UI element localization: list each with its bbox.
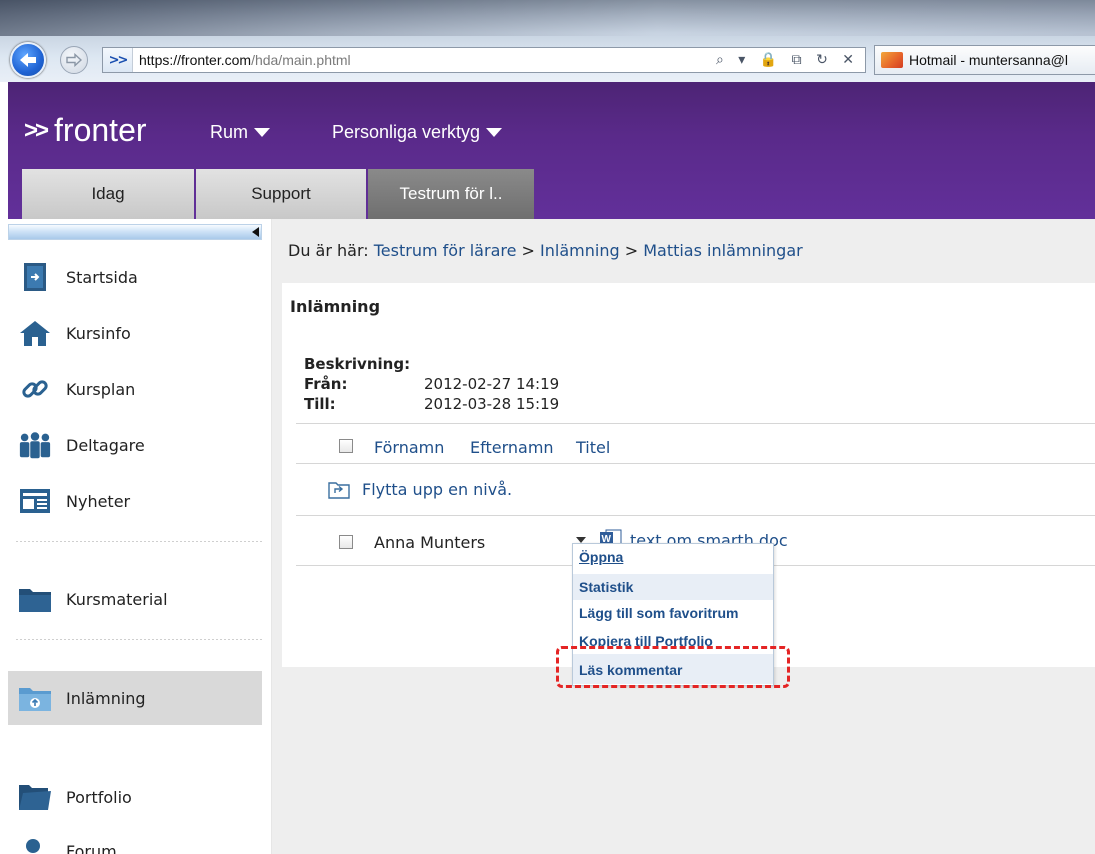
- breadcrumb-separator: >: [521, 241, 535, 260]
- door-exit-icon: [18, 260, 52, 294]
- sidebar-item-label: Kursinfo: [66, 323, 131, 343]
- sidebar-item-label: Kursplan: [66, 379, 136, 399]
- breadcrumb-separator: >: [624, 241, 639, 260]
- breadcrumb-link-mattias[interactable]: Mattias inlämningar: [643, 241, 803, 260]
- sidebar-divider: [16, 541, 262, 542]
- description-label: Beskrivning:: [304, 355, 411, 373]
- chevron-down-icon: [254, 128, 271, 137]
- hotmail-envelope-icon: [881, 52, 903, 68]
- sidebar-item-label: Startsida: [66, 267, 138, 287]
- menu-item-favoritrum[interactable]: Lägg till som favoritrum: [573, 605, 773, 621]
- site-chevrons: >>: [108, 52, 129, 68]
- address-tools[interactable]: ⌕ ▾ 🔒 ⧉ ↻ ✕: [716, 52, 865, 68]
- sidebar-item-label: Kursmaterial: [66, 589, 168, 609]
- column-titel[interactable]: Titel: [576, 438, 610, 457]
- chain-link-icon: [18, 372, 52, 406]
- divider: [296, 463, 1095, 464]
- sidebar-item-label: Portfolio: [66, 787, 132, 807]
- breadcrumb-link-inlamning[interactable]: Inlämning: [540, 241, 620, 260]
- house-icon: [18, 316, 52, 350]
- column-fornamn[interactable]: Förnamn: [374, 438, 444, 457]
- menu-personliga-verktyg[interactable]: Personliga verktyg: [332, 122, 503, 143]
- forward-button[interactable]: [60, 46, 88, 74]
- file-context-menu: Öppna Statistik Lägg till som favoritrum…: [572, 543, 774, 686]
- tab-testrum[interactable]: Testrum för l..: [368, 169, 534, 219]
- menu-item-oppna[interactable]: Öppna: [573, 549, 773, 565]
- logo-chevrons: >>: [24, 117, 49, 144]
- menu-rum[interactable]: Rum: [210, 122, 271, 143]
- people-group-icon: [18, 428, 52, 462]
- student-name: Anna Munters: [374, 533, 486, 552]
- divider: [296, 515, 1095, 516]
- sidebar: Startsida Kursinfo Kursplan Deltagare Ny…: [8, 219, 272, 854]
- menu-rum-label: Rum: [210, 122, 249, 142]
- menu-item-statistik[interactable]: Statistik: [573, 574, 773, 600]
- back-button[interactable]: [10, 42, 46, 78]
- tab-support[interactable]: Support: [196, 169, 366, 219]
- person-icon: [18, 834, 52, 854]
- url-host: https://fronter.com: [139, 52, 252, 68]
- breadcrumb: Du är här: Testrum för lärare > Inlämnin…: [288, 241, 803, 260]
- logo-text: fronter: [54, 112, 147, 148]
- select-all-checkbox[interactable]: [339, 439, 353, 453]
- sidebar-item-kursmaterial[interactable]: Kursmaterial: [18, 577, 262, 621]
- url-path: /hda/main.phtml: [251, 52, 351, 68]
- sidebar-item-nyheter[interactable]: Nyheter: [18, 479, 262, 523]
- folder-icon: [18, 582, 52, 616]
- sidebar-item-label: Forum: [66, 841, 117, 854]
- collapse-arrow-icon: [252, 227, 259, 237]
- from-value: 2012-02-27 14:19: [424, 375, 560, 393]
- sidebar-item-label: Inlämning: [66, 688, 146, 708]
- sidebar-item-portfolio[interactable]: Portfolio: [18, 775, 262, 819]
- move-up-level-link[interactable]: Flytta upp en nivå.: [328, 480, 512, 499]
- breadcrumb-prefix: Du är här:: [288, 241, 369, 260]
- browser-chrome: >> https://fronter.com/hda/main.phtml ⌕ …: [0, 0, 1095, 82]
- to-label: Till:: [304, 395, 336, 413]
- menu-item-las-kommentar[interactable]: Läs kommentar: [573, 654, 773, 684]
- sidebar-divider: [16, 639, 262, 640]
- newspaper-icon: [18, 484, 52, 518]
- sidebar-collapse-bar[interactable]: [8, 224, 262, 240]
- sidebar-item-deltagare[interactable]: Deltagare: [18, 423, 262, 467]
- divider: [296, 423, 1095, 424]
- row-checkbox[interactable]: [339, 535, 353, 549]
- sidebar-item-label: Nyheter: [66, 491, 131, 511]
- upload-folder-icon: [18, 681, 52, 715]
- sidebar-item-kursinfo[interactable]: Kursinfo: [18, 311, 262, 355]
- menu-personliga-verktyg-label: Personliga verktyg: [332, 122, 481, 142]
- back-arrow-icon: [20, 53, 36, 67]
- main-content: Du är här: Testrum för lärare > Inlämnin…: [272, 219, 1095, 854]
- open-folder-icon: [18, 780, 52, 814]
- menu-item-kopiera-portfolio[interactable]: Kopiera till Portfolio: [573, 633, 773, 649]
- from-label: Från:: [304, 375, 348, 393]
- window-titlebar: [0, 0, 1095, 36]
- sidebar-item-label: Deltagare: [66, 435, 145, 455]
- tab-idag[interactable]: Idag: [22, 169, 194, 219]
- browser-tab-label: Hotmail - muntersanna@l: [909, 52, 1068, 68]
- forward-arrow-icon: [66, 53, 82, 67]
- page-title: Inlämning: [290, 297, 381, 316]
- move-up-level-label: Flytta upp en nivå.: [362, 480, 513, 499]
- breadcrumb-link-testrum[interactable]: Testrum för lärare: [374, 241, 517, 260]
- fronter-logo[interactable]: >> fronter: [24, 112, 147, 149]
- browser-tab-hotmail[interactable]: Hotmail - muntersanna@l: [874, 45, 1095, 75]
- column-efternamn[interactable]: Efternamn: [470, 438, 554, 457]
- sidebar-item-forum[interactable]: Forum: [18, 829, 262, 854]
- double-chevron-icon: >>: [103, 48, 133, 72]
- fronter-header: >> fronter Rum Personliga verktyg Idag Su…: [8, 82, 1095, 219]
- chevron-down-icon: [486, 128, 503, 137]
- address-url[interactable]: https://fronter.com/hda/main.phtml: [133, 52, 716, 68]
- address-bar[interactable]: >> https://fronter.com/hda/main.phtml ⌕ …: [102, 47, 866, 73]
- sidebar-item-inlamning[interactable]: Inlämning: [8, 671, 262, 725]
- sidebar-item-startsida[interactable]: Startsida: [18, 255, 262, 299]
- to-value: 2012-03-28 15:19: [424, 395, 560, 413]
- folder-up-icon: [328, 481, 350, 499]
- sidebar-item-kursplan[interactable]: Kursplan: [18, 367, 262, 411]
